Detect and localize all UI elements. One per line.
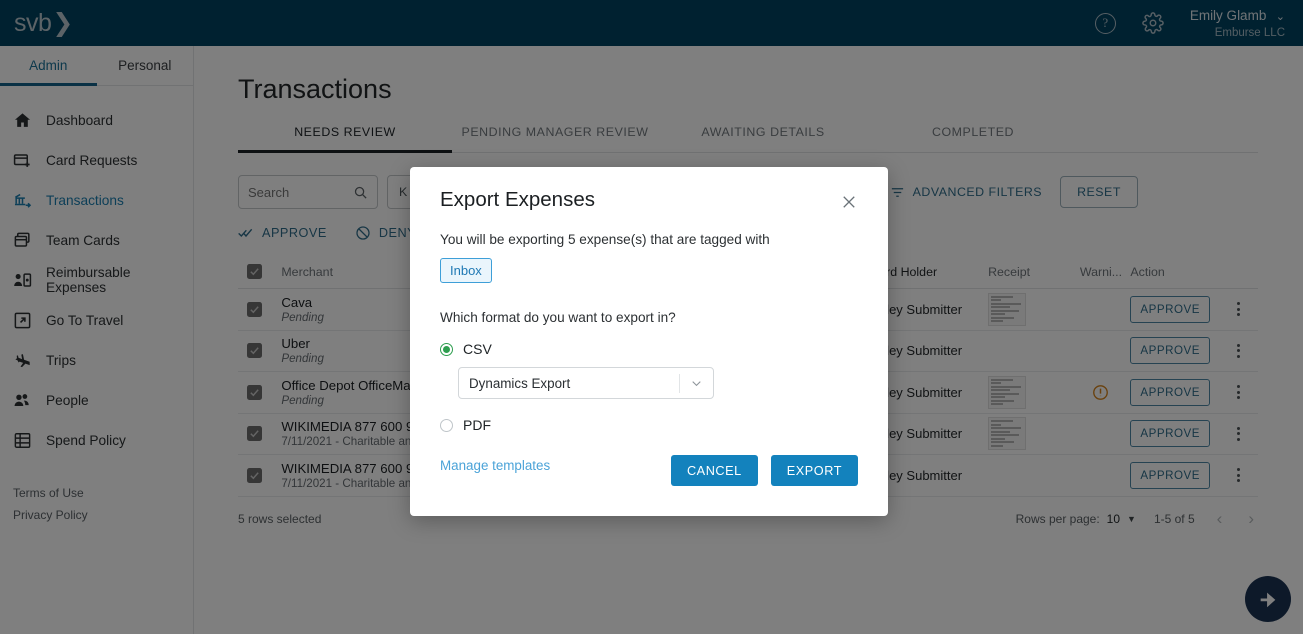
- radio-option-pdf[interactable]: PDF: [440, 417, 858, 433]
- radio-option-csv[interactable]: CSV: [440, 341, 858, 357]
- select-divider: [679, 373, 680, 393]
- manage-templates-link[interactable]: Manage templates: [440, 458, 550, 473]
- radio-label-pdf: PDF: [463, 417, 491, 433]
- modal-header: Export Expenses: [440, 167, 858, 212]
- modal-question: Which format do you want to export in?: [440, 310, 676, 325]
- modal-description: You will be exporting 5 expense(s) that …: [440, 232, 770, 247]
- template-select-value: Dynamics Export: [469, 375, 571, 391]
- export-expenses-modal: Export Expenses You will be exporting 5 …: [410, 167, 888, 516]
- app-root: svb ❯ ? Emily Glamb ⌄ Emburse LLC Admin …: [0, 0, 1303, 634]
- tag-chip-inbox[interactable]: Inbox: [440, 258, 492, 283]
- chevron-down-icon: [692, 380, 701, 386]
- close-icon[interactable]: [840, 193, 858, 211]
- template-select[interactable]: Dynamics Export: [458, 367, 714, 399]
- modal-title: Export Expenses: [440, 188, 595, 211]
- radio-pdf[interactable]: [440, 418, 453, 432]
- export-button[interactable]: EXPORT: [770, 455, 858, 486]
- radio-csv[interactable]: [440, 342, 453, 356]
- modal-actions: CANCEL EXPORT: [670, 455, 858, 486]
- cancel-button[interactable]: CANCEL: [670, 455, 758, 486]
- radio-label-csv: CSV: [463, 341, 492, 357]
